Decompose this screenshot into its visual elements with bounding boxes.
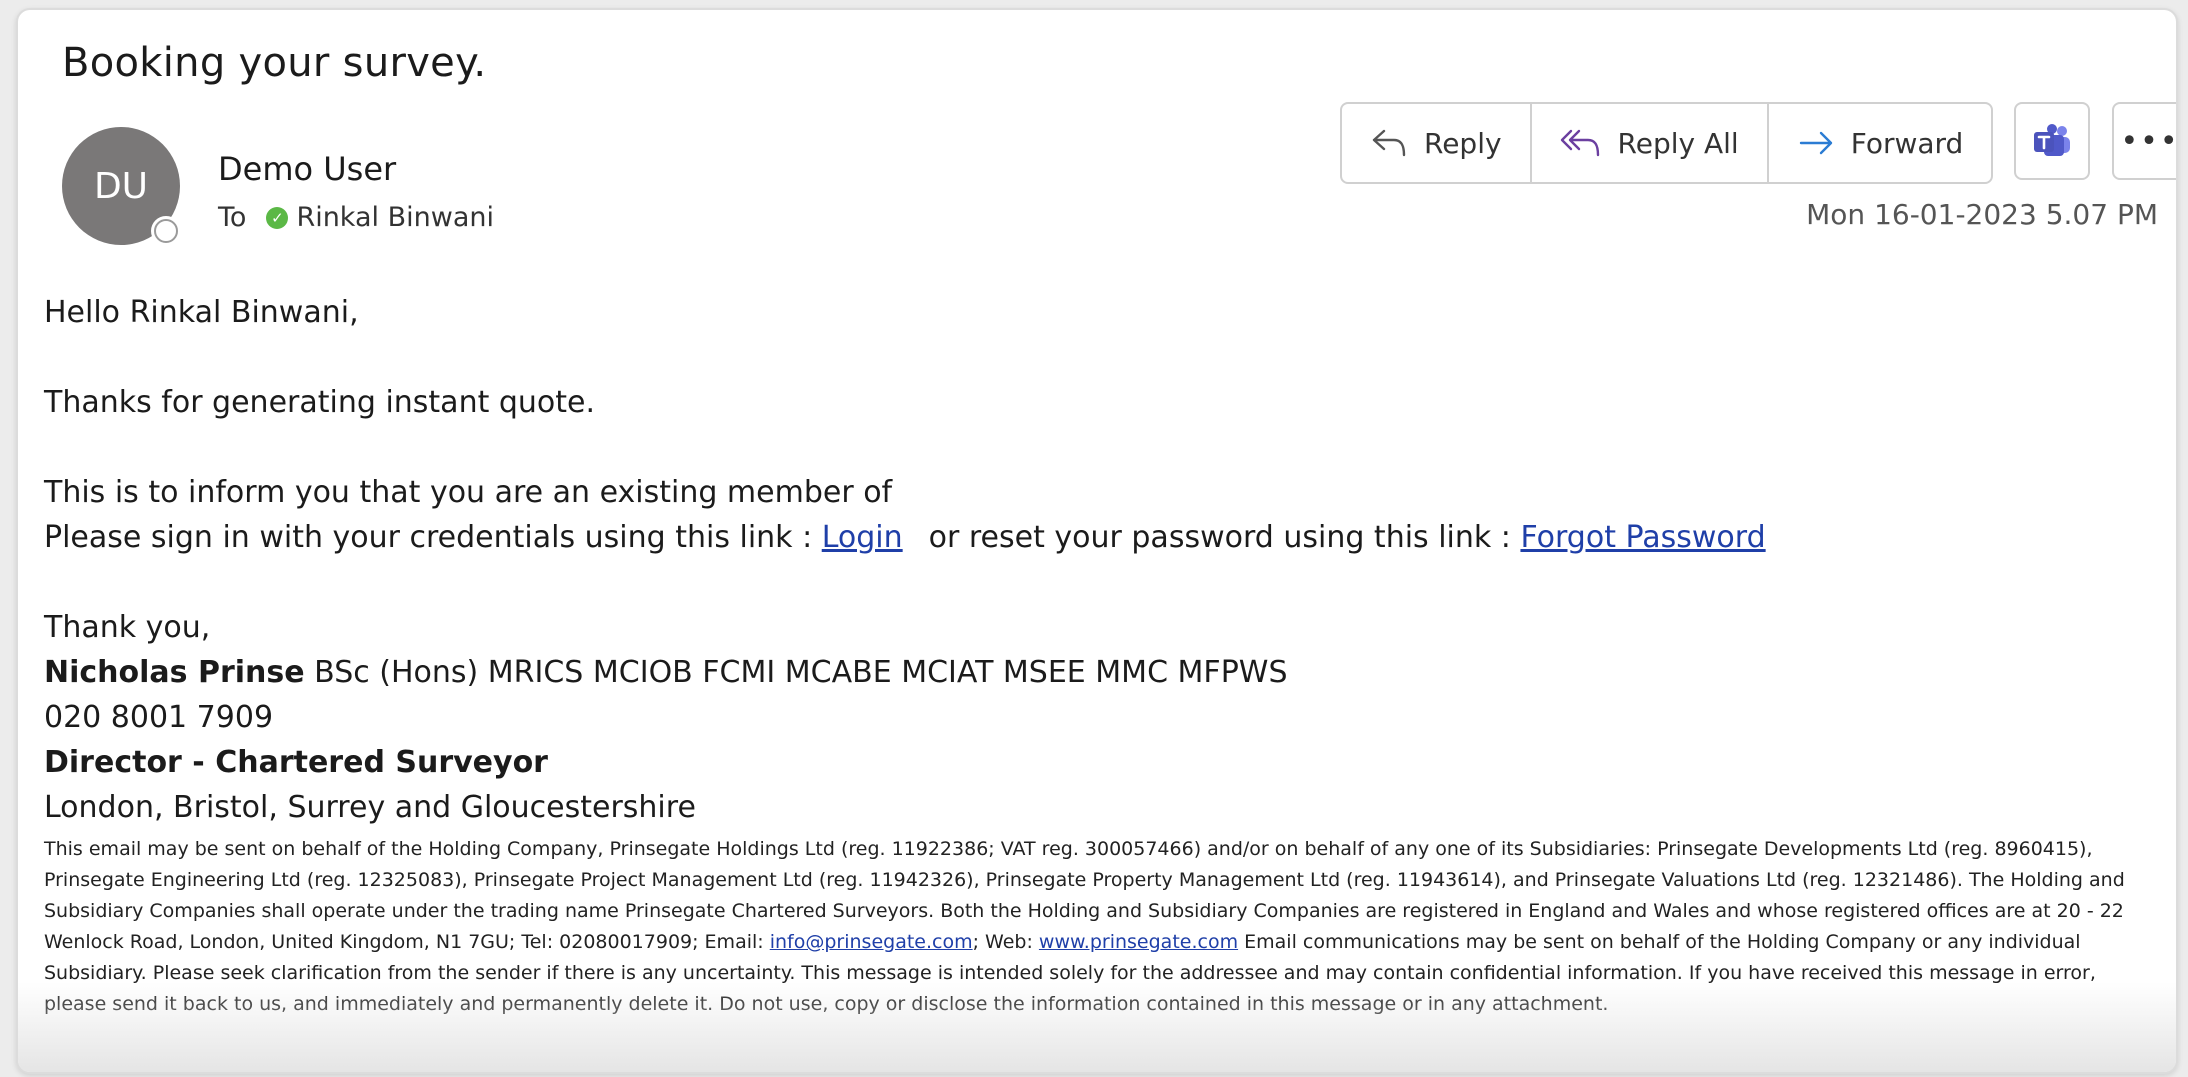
thanks-line: Thanks for generating instant quote. [44,385,596,420]
recipient-name[interactable]: Rinkal Binwani [296,202,494,233]
email-reading-pane: Booking your survey. DU Demo User To ✓ R… [16,8,2178,1074]
login-link[interactable]: Login [822,520,903,555]
signature-name-line: Nicholas Prinse BSc (Hons) MRICS MCIOB F… [44,650,2164,695]
sender-name[interactable]: Demo User [218,150,396,188]
forward-button[interactable]: Forward [1769,104,1992,182]
signin-prefix: Please sign in with your credentials usi… [44,520,822,555]
signin-line: Please sign in with your credentials usi… [44,515,2164,560]
teams-chat-button[interactable] [2014,102,2090,180]
avatar-initials: DU [93,165,149,207]
reply-button[interactable]: Reply [1342,104,1532,182]
presence-status-icon [151,216,181,246]
signature-name: Nicholas Prinse [44,655,305,690]
closing-line: Thank you, [44,610,211,645]
signature-locations: London, Bristol, Surrey and Gloucestersh… [44,790,696,825]
reply-all-icon [1560,129,1599,157]
signature-credentials: BSc (Hons) MRICS MCIOB FCMI MCABE MCIAT … [314,655,1288,690]
signature-title-text: Director - Chartered Surveyor [44,745,548,780]
email-subject: Booking your survey. [62,40,487,86]
more-actions-button[interactable]: ••• [2112,102,2178,180]
reply-label: Reply [1424,126,1502,160]
signature-phone: 020 8001 7909 [44,700,274,735]
reset-prefix: or reset your password using this link : [928,520,1521,555]
member-line: This is to inform you that you are an ex… [44,475,893,510]
forward-icon [1799,131,1832,155]
sent-timestamp: Mon 16-01-2023 5.07 PM [1806,198,2158,231]
reply-all-label: Reply All [1617,126,1739,160]
disclaimer-web-link[interactable]: www.prinsegate.com [1039,931,1238,953]
forgot-password-link[interactable]: Forgot Password [1520,520,1765,555]
forward-label: Forward [1850,126,1964,160]
to-label: To [218,202,247,233]
greeting: Hello Rinkal Binwani, [44,295,359,330]
more-icon: ••• [2120,123,2178,159]
disclaimer-text-2: ; Web: [972,931,1039,953]
signature-title: Director - Chartered Surveyor [44,740,2164,785]
reply-all-button[interactable]: Reply All [1532,104,1769,182]
email-body: Hello Rinkal Binwani, Thanks for generat… [44,290,2164,1020]
disclaimer-email-link[interactable]: info@prinsegate.com [770,931,973,953]
message-actions-toolbar: Reply Reply All Forward [1340,102,1994,184]
teams-icon [2034,124,2070,156]
legal-disclaimer: This email may be sent on behalf of the … [44,834,2164,1020]
reply-icon [1372,129,1406,157]
recipient-line: To ✓ Rinkal Binwani [218,202,494,233]
recipient-available-icon: ✓ [266,206,289,229]
